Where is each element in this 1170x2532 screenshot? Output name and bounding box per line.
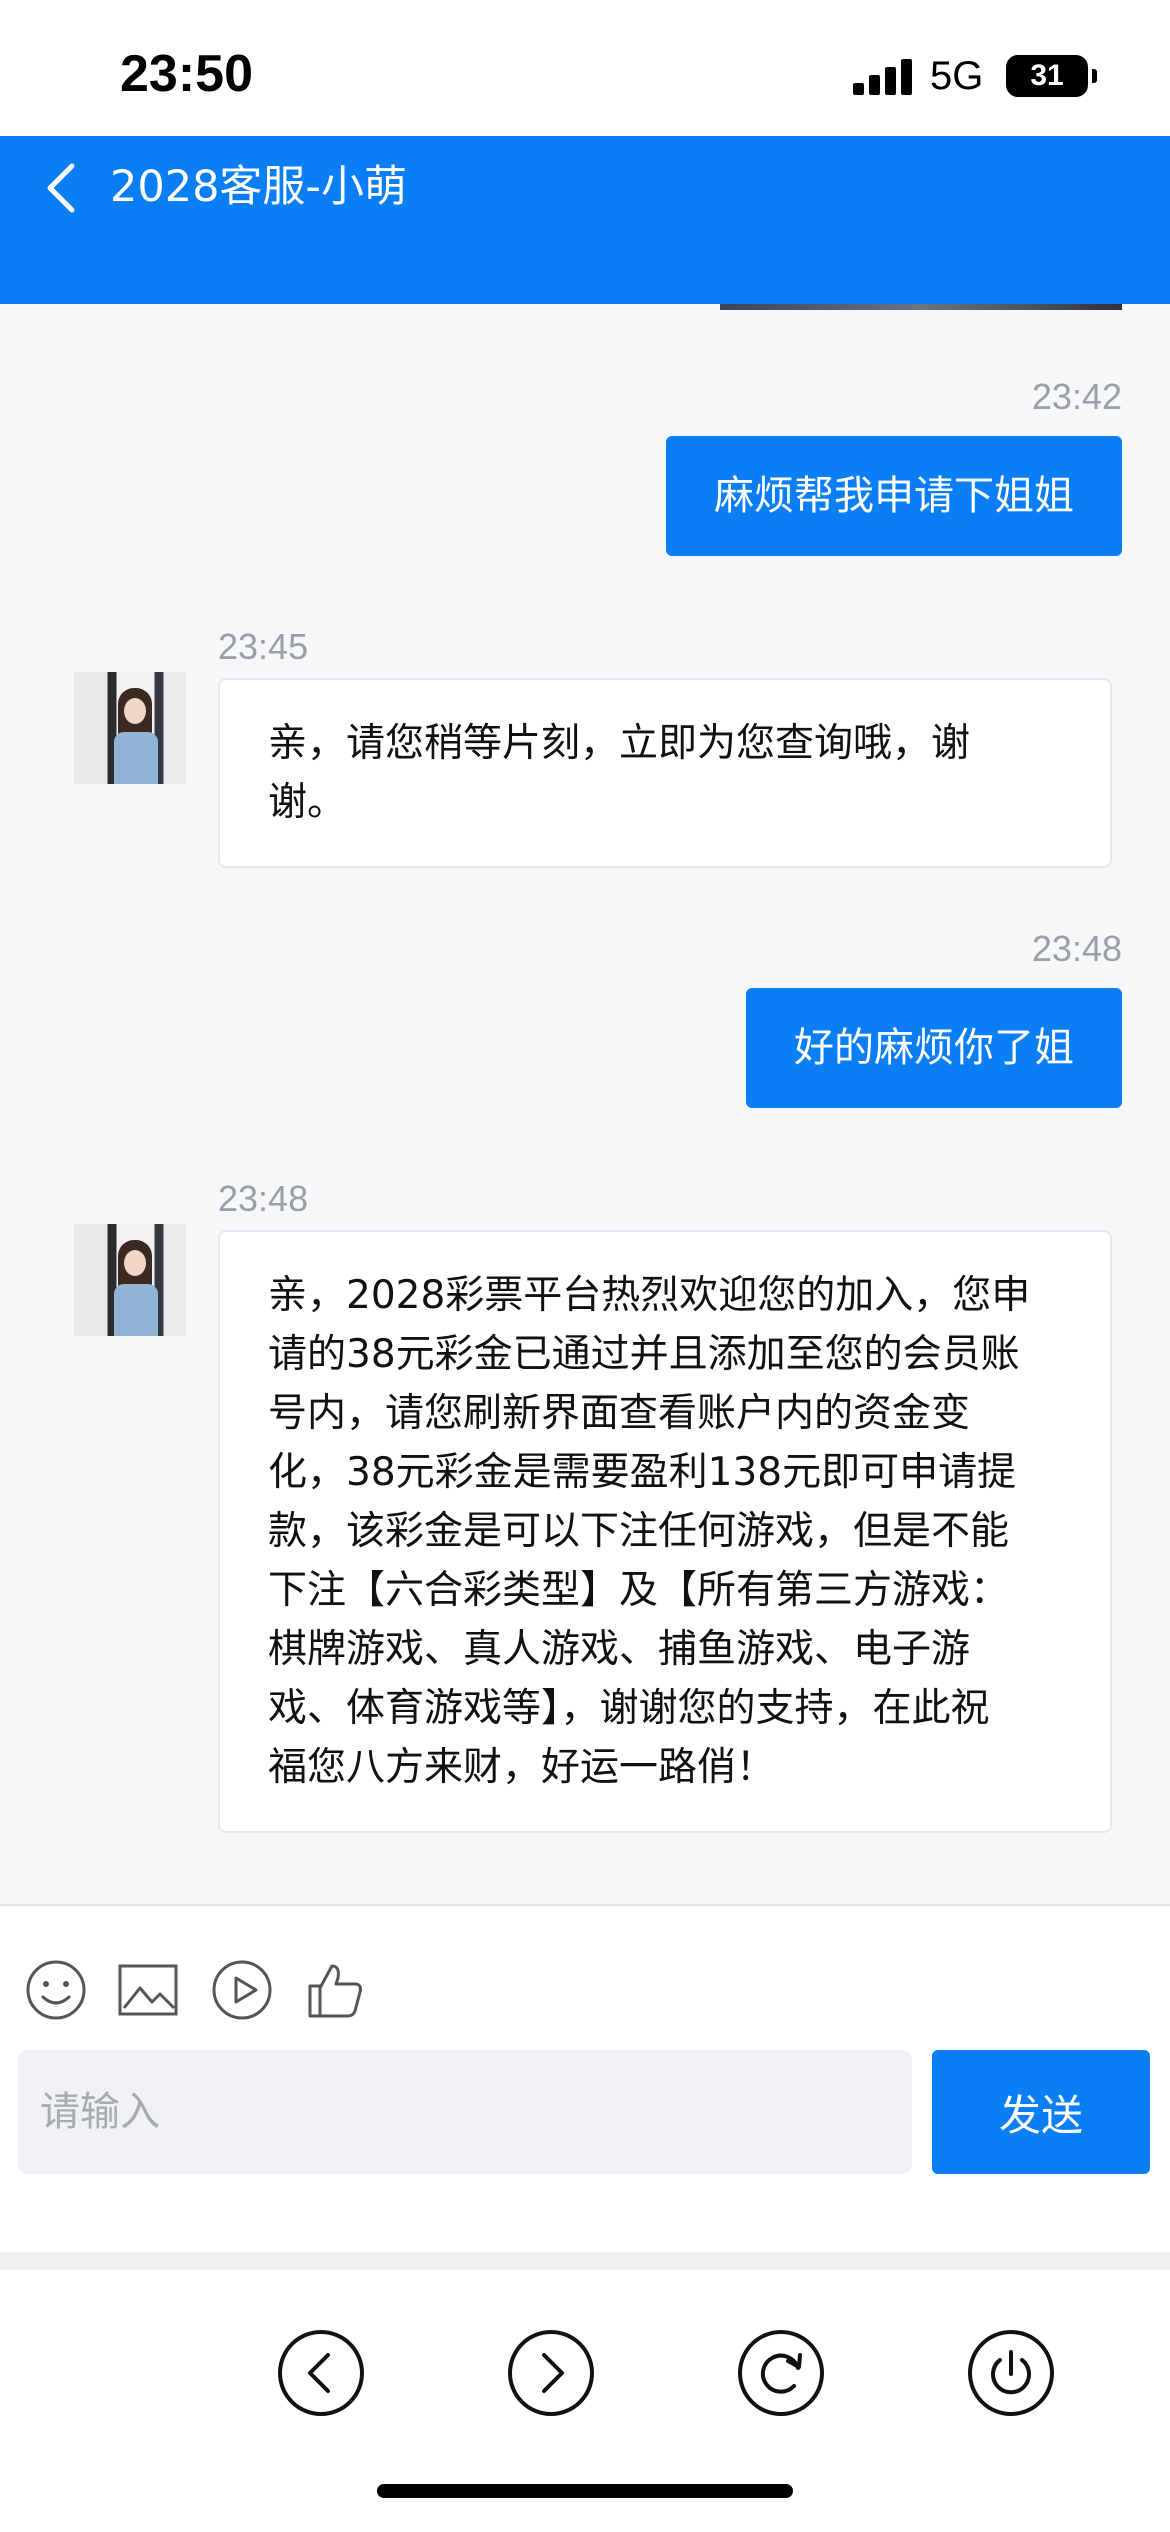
message-line: 号内，请您刷新界面查看账户内的资金变	[268, 1391, 971, 1436]
chat-header: 2028客服-小萌	[0, 136, 1170, 304]
home-indicator[interactable]	[377, 2484, 793, 2498]
message-line: 福您八方来财，好运一路俏！	[268, 1745, 776, 1790]
message-input[interactable]	[18, 2050, 912, 2174]
message-timestamp: 23:48	[218, 1178, 309, 1219]
back-icon[interactable]	[276, 2328, 366, 2418]
message-line: 棋牌游戏、真人游戏、捕鱼游戏、电子游	[268, 1627, 971, 1672]
incoming-message-bubble[interactable]: 亲，2028彩票平台热烈欢迎您的加入，您申 请的38元彩金已通过并且添加至您的会…	[218, 1230, 1112, 1833]
outgoing-message-bubble[interactable]: 好的麻烦你了姐	[746, 988, 1122, 1108]
power-icon[interactable]	[966, 2328, 1056, 2418]
header-title: 2028客服-小萌	[110, 162, 407, 212]
battery-icon: 31	[1006, 55, 1097, 97]
forward-icon[interactable]	[506, 2328, 596, 2418]
composer: 发送	[0, 1904, 1170, 2252]
chat-screen: 23:50 5G 31 2028客服-小萌 23:42 麻烦帮我申请下姐姐 23…	[0, 0, 1170, 2532]
status-bar: 23:50 5G 31	[0, 0, 1170, 136]
incoming-message-bubble[interactable]: 亲，请您稍等片刻，立即为您查询哦，谢 谢。	[218, 678, 1112, 868]
send-button[interactable]: 发送	[932, 2050, 1150, 2174]
message-line: 化，38元彩金是需要盈利138元即可申请提	[268, 1450, 1017, 1495]
message-timestamp: 23:42	[1031, 376, 1122, 417]
message-line: 亲，请您稍等片刻，立即为您查询哦，谢	[268, 721, 971, 766]
message-line: 亲，2028彩票平台热烈欢迎您的加入，您申	[268, 1273, 1031, 1318]
signal-icon	[853, 57, 913, 95]
message-line: 谢。	[268, 780, 347, 825]
message-timestamp: 23:48	[1031, 928, 1122, 969]
agent-avatar[interactable]	[74, 672, 186, 784]
divider	[0, 2252, 1170, 2270]
previous-image-message[interactable]	[720, 304, 1122, 310]
message-list[interactable]: 23:42 麻烦帮我申请下姐姐 23:45 亲，请您稍等片刻，立即为您查询哦，谢…	[0, 304, 1170, 1904]
message-line: 下注【六合彩类型】及【所有第三方游戏：	[268, 1568, 1010, 1613]
agent-avatar[interactable]	[74, 1224, 186, 1336]
message-line: 戏、体育游戏等】，谢谢您的支持，在此祝	[268, 1686, 990, 1731]
back-arrow-icon[interactable]	[40, 160, 84, 216]
refresh-icon[interactable]	[736, 2328, 826, 2418]
message-timestamp: 23:45	[218, 626, 309, 667]
emoji-icon[interactable]	[24, 1958, 88, 2022]
message-line: 款，该彩金是可以下注任何游戏，但是不能	[268, 1509, 1010, 1554]
video-icon[interactable]	[210, 1958, 274, 2022]
thumbs-up-icon[interactable]	[304, 1958, 368, 2022]
outgoing-message-bubble[interactable]: 麻烦帮我申请下姐姐	[666, 436, 1122, 556]
image-icon[interactable]	[116, 1958, 180, 2022]
network-label: 5G	[930, 54, 984, 98]
status-time: 23:50	[120, 45, 253, 103]
message-line: 请的38元彩金已通过并且添加至您的会员账	[268, 1332, 1020, 1377]
